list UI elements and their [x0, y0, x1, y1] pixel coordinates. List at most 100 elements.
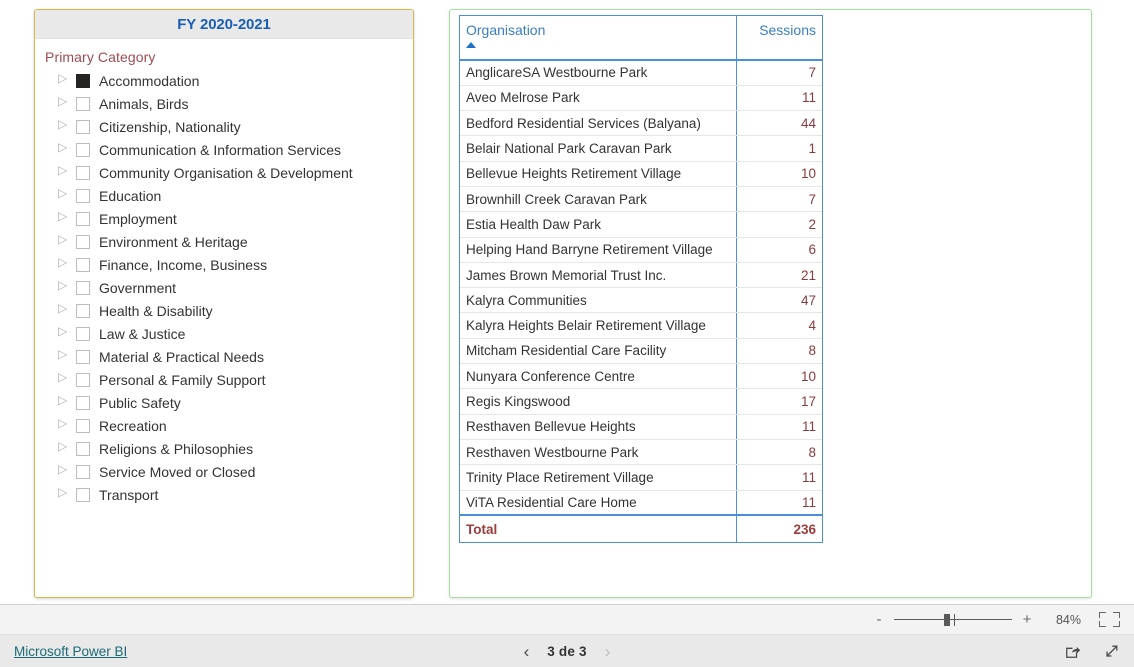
- slicer-checkbox[interactable]: [76, 464, 90, 479]
- expand-chevron-right-icon[interactable]: [57, 140, 71, 157]
- expand-chevron-right-icon[interactable]: [57, 232, 71, 249]
- fit-to-page-icon[interactable]: [1099, 612, 1120, 627]
- table-row[interactable]: Mitcham Residential Care Facility 8: [460, 338, 822, 365]
- slicer-checkbox[interactable]: [76, 418, 90, 433]
- slicer-checkbox[interactable]: [76, 119, 90, 134]
- table-header: Organisation Sessions: [460, 16, 822, 61]
- expand-chevron-right-icon[interactable]: [57, 347, 71, 364]
- slicer-item[interactable]: Employment: [45, 207, 413, 230]
- slicer-item[interactable]: Animals, Birds: [45, 92, 413, 115]
- table-row[interactable]: Trinity Place Retirement Village 11: [460, 464, 822, 491]
- slicer-checkbox[interactable]: [76, 96, 90, 111]
- table-row[interactable]: Helping Hand Barryne Retirement Village 6: [460, 237, 822, 263]
- slicer-checkbox[interactable]: [76, 441, 90, 456]
- zoom-slider[interactable]: [894, 612, 1012, 628]
- cell-organisation: Kalyra Communities: [460, 287, 736, 314]
- expand-chevron-right-icon[interactable]: [57, 301, 71, 318]
- table-row[interactable]: Bellevue Heights Retirement Village 10: [460, 161, 822, 187]
- primary-category-slicer[interactable]: FY 2020-2021 Primary Category Accommodat…: [34, 9, 414, 598]
- slicer-item[interactable]: Personal & Family Support: [45, 368, 413, 391]
- expand-chevron-right-icon[interactable]: [57, 393, 71, 410]
- table-body: AnglicareSA Westbourne Park 7 Aveo Melrose…: [460, 60, 822, 543]
- expand-chevron-right-icon[interactable]: [57, 186, 71, 203]
- share-icon[interactable]: [1064, 643, 1081, 660]
- zoom-in-button[interactable]: +: [1019, 611, 1035, 628]
- sort-ascending-icon[interactable]: [466, 42, 476, 48]
- slicer-checkbox[interactable]: [76, 326, 90, 341]
- slicer-checkbox[interactable]: [76, 487, 90, 502]
- expand-chevron-right-icon[interactable]: [57, 439, 71, 456]
- fit-corner-top-right: [1113, 612, 1120, 618]
- expand-chevron-right-icon[interactable]: [57, 324, 71, 341]
- table-row[interactable]: Regis Kingswood 17: [460, 388, 822, 415]
- cell-sessions: 11: [735, 85, 822, 112]
- table-row[interactable]: ViTA Residential Care Home 11: [460, 490, 822, 516]
- cell-sessions: 44: [735, 110, 822, 137]
- slicer-item[interactable]: Education: [45, 184, 413, 207]
- slicer-checkbox[interactable]: [76, 211, 90, 226]
- table-row[interactable]: Nunyara Conference Centre 10: [460, 363, 822, 390]
- cell-organisation: Bedford Residential Services (Balyana): [460, 110, 736, 137]
- expand-chevron-right-icon[interactable]: [57, 462, 71, 479]
- cell-organisation: Resthaven Westbourne Park: [460, 439, 736, 466]
- table-row[interactable]: Belair National Park Caravan Park 1: [460, 135, 822, 162]
- slicer-item[interactable]: Recreation: [45, 414, 413, 437]
- slicer-item[interactable]: Service Moved or Closed: [45, 460, 413, 483]
- table-row[interactable]: Kalyra Communities 47: [460, 287, 822, 314]
- slicer-item[interactable]: Government: [45, 276, 413, 299]
- column-header-organisation[interactable]: Organisation: [460, 16, 736, 61]
- previous-page-button[interactable]: ‹: [524, 643, 530, 660]
- slicer-checkbox[interactable]: [76, 372, 90, 387]
- cell-sessions: 8: [735, 338, 822, 365]
- table-row[interactable]: Resthaven Westbourne Park 8: [460, 439, 822, 466]
- slicer-item[interactable]: Law & Justice: [45, 322, 413, 345]
- expand-chevron-right-icon[interactable]: [57, 370, 71, 387]
- fullscreen-icon[interactable]: [1103, 643, 1120, 660]
- zoom-slider-thumb[interactable]: [944, 613, 950, 626]
- slicer-item[interactable]: Finance, Income, Business: [45, 253, 413, 276]
- table-row[interactable]: Estia Health Daw Park 2: [460, 211, 822, 238]
- expand-chevron-right-icon[interactable]: [57, 278, 71, 295]
- expand-chevron-right-icon[interactable]: [57, 416, 71, 433]
- slicer-checkbox[interactable]: [76, 395, 90, 410]
- slicer-checkbox[interactable]: [76, 257, 90, 272]
- slicer-item[interactable]: Accommodation: [45, 69, 413, 92]
- slicer-checkbox[interactable]: [76, 188, 90, 203]
- slicer-item[interactable]: Communication & Information Services: [45, 138, 413, 161]
- slicer-checkbox[interactable]: [76, 165, 90, 180]
- table-row[interactable]: Brownhill Creek Caravan Park 7: [460, 186, 822, 213]
- expand-chevron-right-icon[interactable]: [57, 209, 71, 226]
- footer-bar: Microsoft Power BI ‹ 3 de 3 ›: [0, 635, 1134, 667]
- expand-chevron-right-icon[interactable]: [57, 117, 71, 134]
- expand-chevron-right-icon[interactable]: [57, 71, 71, 88]
- slicer-item[interactable]: Public Safety: [45, 391, 413, 414]
- cell-sessions: 6: [735, 237, 822, 263]
- expand-chevron-right-icon[interactable]: [57, 485, 71, 502]
- table-row[interactable]: AnglicareSA Westbourne Park 7: [460, 60, 822, 86]
- organisation-sessions-table-visual[interactable]: Organisation Sessions AnglicareSA Westbo…: [449, 9, 1092, 598]
- table-row[interactable]: Resthaven Bellevue Heights 11: [460, 414, 822, 440]
- table-row[interactable]: Bedford Residential Services (Balyana) 44: [460, 110, 822, 137]
- table-row[interactable]: Kalyra Heights Belair Retirement Village…: [460, 312, 822, 339]
- slicer-checkbox[interactable]: [76, 142, 90, 157]
- expand-chevron-right-icon[interactable]: [57, 94, 71, 111]
- slicer-item[interactable]: Religions & Philosophies: [45, 437, 413, 460]
- table-row[interactable]: Aveo Melrose Park 11: [460, 85, 822, 112]
- table-row[interactable]: James Brown Memorial Trust Inc. 21: [460, 262, 822, 289]
- slicer-item[interactable]: Transport: [45, 483, 413, 506]
- slicer-item[interactable]: Citizenship, Nationality: [45, 115, 413, 138]
- expand-chevron-right-icon[interactable]: [57, 163, 71, 180]
- slicer-item[interactable]: Material & Practical Needs: [45, 345, 413, 368]
- slicer-checkbox[interactable]: [76, 280, 90, 295]
- expand-chevron-right-icon[interactable]: [57, 255, 71, 272]
- next-page-button[interactable]: ›: [605, 643, 611, 660]
- slicer-checkbox[interactable]: [76, 349, 90, 364]
- slicer-checkbox[interactable]: [76, 234, 90, 249]
- slicer-item[interactable]: Community Organisation & Development: [45, 161, 413, 184]
- zoom-out-button[interactable]: -: [871, 611, 887, 628]
- slicer-item[interactable]: Health & Disability: [45, 299, 413, 322]
- slicer-item[interactable]: Environment & Heritage: [45, 230, 413, 253]
- slicer-checkbox[interactable]: [76, 73, 90, 88]
- slicer-checkbox[interactable]: [76, 303, 90, 318]
- column-header-sessions[interactable]: Sessions: [735, 16, 822, 61]
